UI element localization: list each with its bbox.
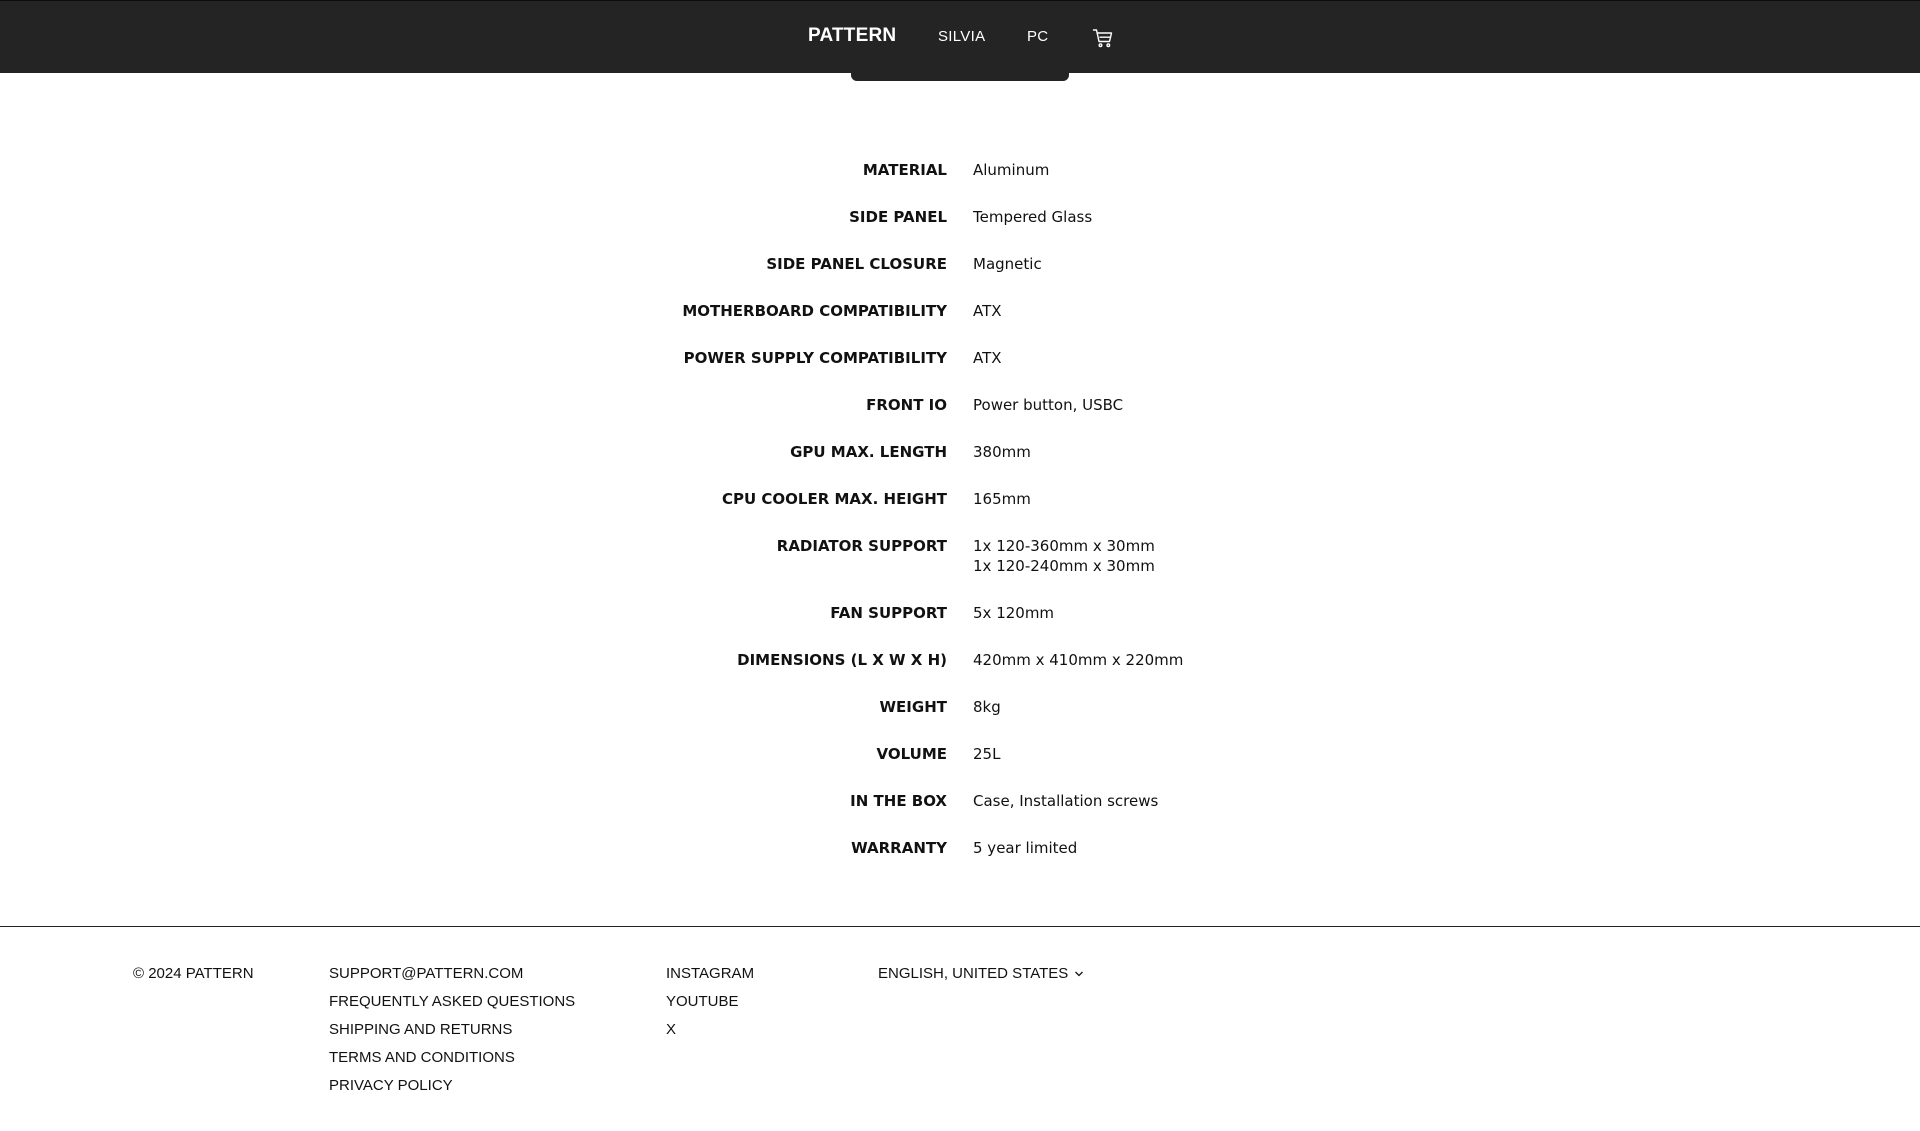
- spec-value: ATX: [973, 349, 1002, 367]
- spec-value: Tempered Glass: [973, 208, 1093, 226]
- spec-value: 5 year limited: [973, 839, 1078, 857]
- nav-inner: PATTERN SILVIA PC: [0, 1, 1920, 74]
- spec-label: CPU COOLER MAX. HEIGHT: [722, 490, 947, 508]
- footer-link-faq[interactable]: FREQUENTLY ASKED QUESTIONS: [329, 993, 575, 1021]
- footer-link-terms[interactable]: TERMS AND CONDITIONS: [329, 1049, 575, 1077]
- footer-link-youtube[interactable]: YOUTUBE: [666, 993, 754, 1021]
- spec-label: FAN SUPPORT: [830, 604, 947, 622]
- spec-label: GPU MAX. LENGTH: [790, 443, 947, 461]
- footer-link-privacy[interactable]: PRIVACY POLICY: [329, 1077, 575, 1105]
- spec-label: WARRANTY: [851, 839, 947, 857]
- language-selector-label: ENGLISH, UNITED STATES: [878, 965, 1069, 982]
- spec-value: ATX: [973, 302, 1002, 320]
- brand-logo-link[interactable]: PATTERN: [808, 25, 896, 47]
- nav-link-pc[interactable]: PC: [1027, 28, 1048, 45]
- spec-label: SIDE PANEL: [849, 208, 947, 226]
- spec-value: 5x 120mm: [973, 604, 1055, 622]
- chevron-down-icon: [1075, 971, 1084, 976]
- collapsed-panel-tab[interactable]: [851, 73, 1069, 81]
- footer-link-instagram[interactable]: INSTAGRAM: [666, 965, 754, 993]
- language-selector[interactable]: ENGLISH, UNITED STATES: [878, 965, 1084, 982]
- spec-value: 420mm x 410mm x 220mm: [973, 651, 1184, 669]
- copyright-text: © 2024 PATTERN: [133, 965, 254, 982]
- spec-label: SIDE PANEL CLOSURE: [766, 255, 947, 273]
- spec-label: RADIATOR SUPPORT: [776, 537, 947, 555]
- nav-link-silvia[interactable]: SILVIA: [938, 28, 985, 45]
- spec-value: Magnetic: [973, 255, 1042, 273]
- site-footer: © 2024 PATTERN SUPPORT@PATTERN.COM FREQU…: [0, 927, 1920, 1131]
- footer-link-x[interactable]: X: [666, 1021, 754, 1049]
- spec-label: MOTHERBOARD COMPATIBILITY: [682, 302, 947, 320]
- spec-label: VOLUME: [876, 745, 947, 763]
- cart-icon[interactable]: [1092, 27, 1114, 49]
- spec-label: IN THE BOX: [850, 792, 947, 810]
- spec-value: 380mm: [973, 443, 1031, 461]
- top-navigation-bar: PATTERN SILVIA PC: [0, 0, 1920, 73]
- footer-social-links: INSTAGRAM YOUTUBE X: [666, 965, 754, 1049]
- spec-value: 165mm: [973, 490, 1031, 508]
- spec-value: 25L: [973, 745, 1001, 763]
- spec-value: 8kg: [973, 698, 1001, 716]
- spec-value: 1x 120-360mm x 30mm 1x 120-240mm x 30mm: [973, 537, 1155, 575]
- spec-value: Aluminum: [973, 161, 1050, 179]
- spec-label: DIMENSIONS (L X W X H): [737, 651, 947, 669]
- spec-value: Power button, USBC: [973, 396, 1124, 414]
- spec-label: FRONT IO: [866, 396, 947, 414]
- spec-label: WEIGHT: [879, 698, 947, 716]
- spec-label: POWER SUPPLY COMPATIBILITY: [683, 349, 947, 367]
- footer-link-shipping-returns[interactable]: SHIPPING AND RETURNS: [329, 1021, 575, 1049]
- footer-support-links: SUPPORT@PATTERN.COM FREQUENTLY ASKED QUE…: [329, 965, 575, 1105]
- spec-value: Case, Installation screws: [973, 792, 1159, 810]
- footer-link-support-email[interactable]: SUPPORT@PATTERN.COM: [329, 965, 575, 993]
- spec-label: MATERIAL: [862, 161, 947, 179]
